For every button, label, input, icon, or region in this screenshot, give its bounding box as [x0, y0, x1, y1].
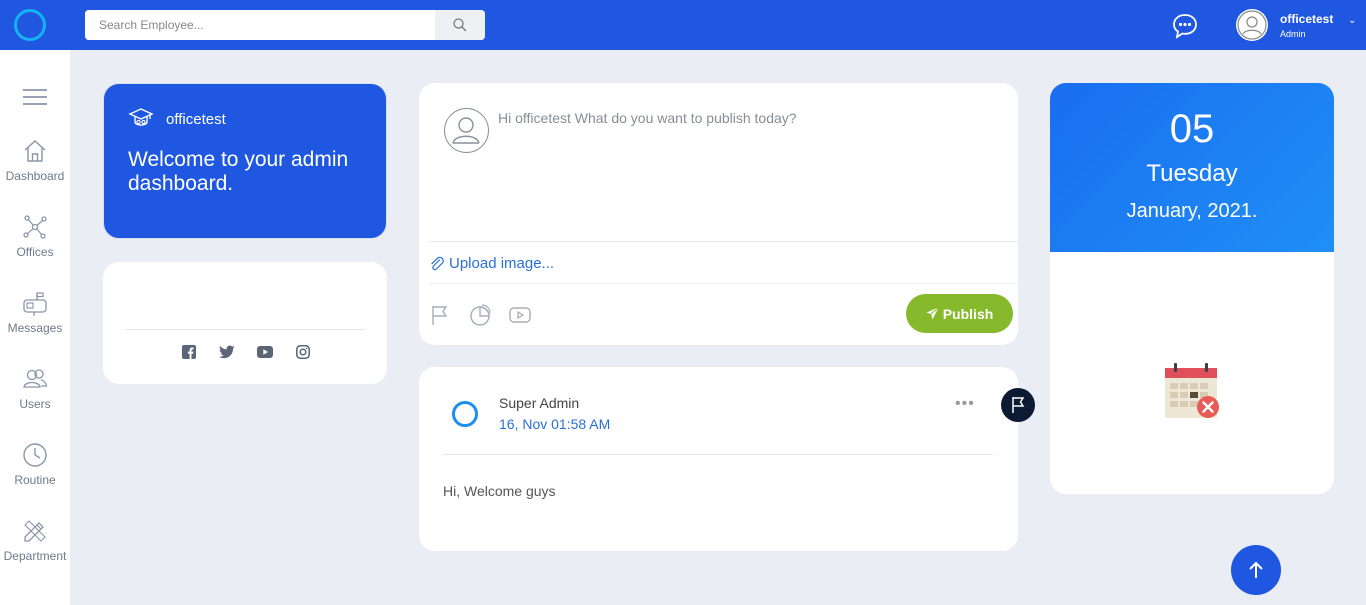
divider [125, 329, 365, 330]
avatar [1236, 9, 1268, 41]
calendar-day: 05 [1169, 107, 1215, 151]
top-bar: officetest Admin ⌄ [0, 0, 1366, 50]
post-card: Super Admin 16, Nov 01:58 AM ••• Hi, Wel… [419, 367, 1018, 551]
user-name: officetest [1280, 12, 1334, 26]
facebook-icon[interactable] [179, 344, 199, 360]
network-icon [23, 215, 47, 239]
report-flag-button[interactable] [1001, 388, 1035, 422]
search-box [85, 10, 485, 40]
divider [429, 241, 1018, 242]
chat-icon[interactable] [1171, 12, 1199, 40]
sidebar-item-messages[interactable]: Messages [0, 289, 70, 351]
search-input[interactable] [85, 10, 435, 40]
user-role: Admin [1280, 29, 1306, 39]
sidebar-item-users[interactable]: Users [0, 365, 70, 427]
divider [443, 454, 993, 455]
calendar-card: 05 Tuesday January, 2021. [1050, 83, 1334, 494]
chevron-down-icon[interactable]: ⌄ [1348, 15, 1356, 26]
logo[interactable] [14, 9, 46, 41]
user-avatar-icon [452, 117, 480, 144]
calendar-weekday: Tuesday [1146, 160, 1238, 187]
scroll-to-top-button[interactable] [1231, 545, 1281, 595]
calendar-header: 05 Tuesday January, 2021. [1050, 83, 1334, 252]
video-icon[interactable] [509, 304, 531, 326]
poll-icon[interactable] [469, 304, 491, 326]
home-icon [24, 140, 46, 162]
sidebar: Dashboard Offices Messages Users Routine… [0, 50, 70, 605]
users-icon [23, 369, 48, 388]
welcome-card: officetest Welcome to your admin dashboa… [103, 83, 387, 239]
youtube-icon[interactable] [255, 344, 275, 360]
sidebar-item-label: Department [3, 549, 67, 563]
clock-icon [23, 443, 47, 467]
post-date: 16, Nov 01:58 AM [499, 416, 611, 432]
composer-avatar [444, 108, 489, 153]
social-card [103, 262, 387, 384]
mailbox-icon [23, 292, 47, 316]
instagram-icon[interactable] [293, 344, 313, 360]
menu-toggle-icon[interactable] [23, 87, 47, 105]
flag-icon[interactable] [429, 304, 451, 326]
welcome-brand: officetest [128, 108, 226, 130]
welcome-brand-name: officetest [166, 110, 226, 128]
user-menu[interactable]: officetest Admin ⌄ [1236, 9, 1361, 41]
pencil-ruler-icon [24, 520, 46, 542]
flag-icon [1012, 397, 1025, 413]
sidebar-item-department[interactable]: Department [0, 517, 70, 579]
twitter-icon[interactable] [217, 344, 237, 360]
composer-tools [429, 304, 531, 326]
upload-image-label: Upload image... [449, 255, 555, 272]
search-icon [453, 18, 467, 32]
post-composer: Hi officetest What do you want to publis… [419, 83, 1018, 345]
sidebar-item-routine[interactable]: Routine [0, 441, 70, 503]
sidebar-item-offices[interactable]: Offices [0, 213, 70, 275]
sidebar-item-label: Dashboard [5, 169, 65, 183]
paperclip-icon [431, 256, 444, 270]
composer-input[interactable]: Hi officetest What do you want to publis… [498, 110, 797, 126]
upload-image-link[interactable]: Upload image... [429, 255, 554, 272]
social-links [179, 344, 313, 360]
divider [429, 283, 1018, 284]
sidebar-item-label: Messages [7, 321, 63, 335]
calendar-month-year: January, 2021. [1126, 200, 1258, 222]
sidebar-item-label: Users [19, 397, 51, 411]
search-button[interactable] [435, 10, 485, 40]
calendar-cancel-icon [1165, 363, 1219, 418]
author-avatar [452, 401, 478, 427]
arrow-up-icon [1249, 561, 1263, 578]
welcome-text: Welcome to your admin dashboard. [128, 148, 349, 195]
more-options-icon[interactable]: ••• [955, 395, 975, 413]
user-avatar-icon [1237, 10, 1267, 40]
send-icon [926, 307, 939, 320]
sidebar-item-label: Routine [14, 473, 56, 487]
graduate-icon [128, 108, 154, 126]
sidebar-item-dashboard[interactable]: Dashboard [0, 137, 70, 199]
publish-label: Publish [942, 305, 994, 322]
sidebar-item-label: Offices [16, 245, 54, 259]
publish-button[interactable]: Publish [906, 294, 1013, 333]
post-text: Hi, Welcome guys [443, 483, 556, 499]
post-author: Super Admin [499, 395, 580, 411]
